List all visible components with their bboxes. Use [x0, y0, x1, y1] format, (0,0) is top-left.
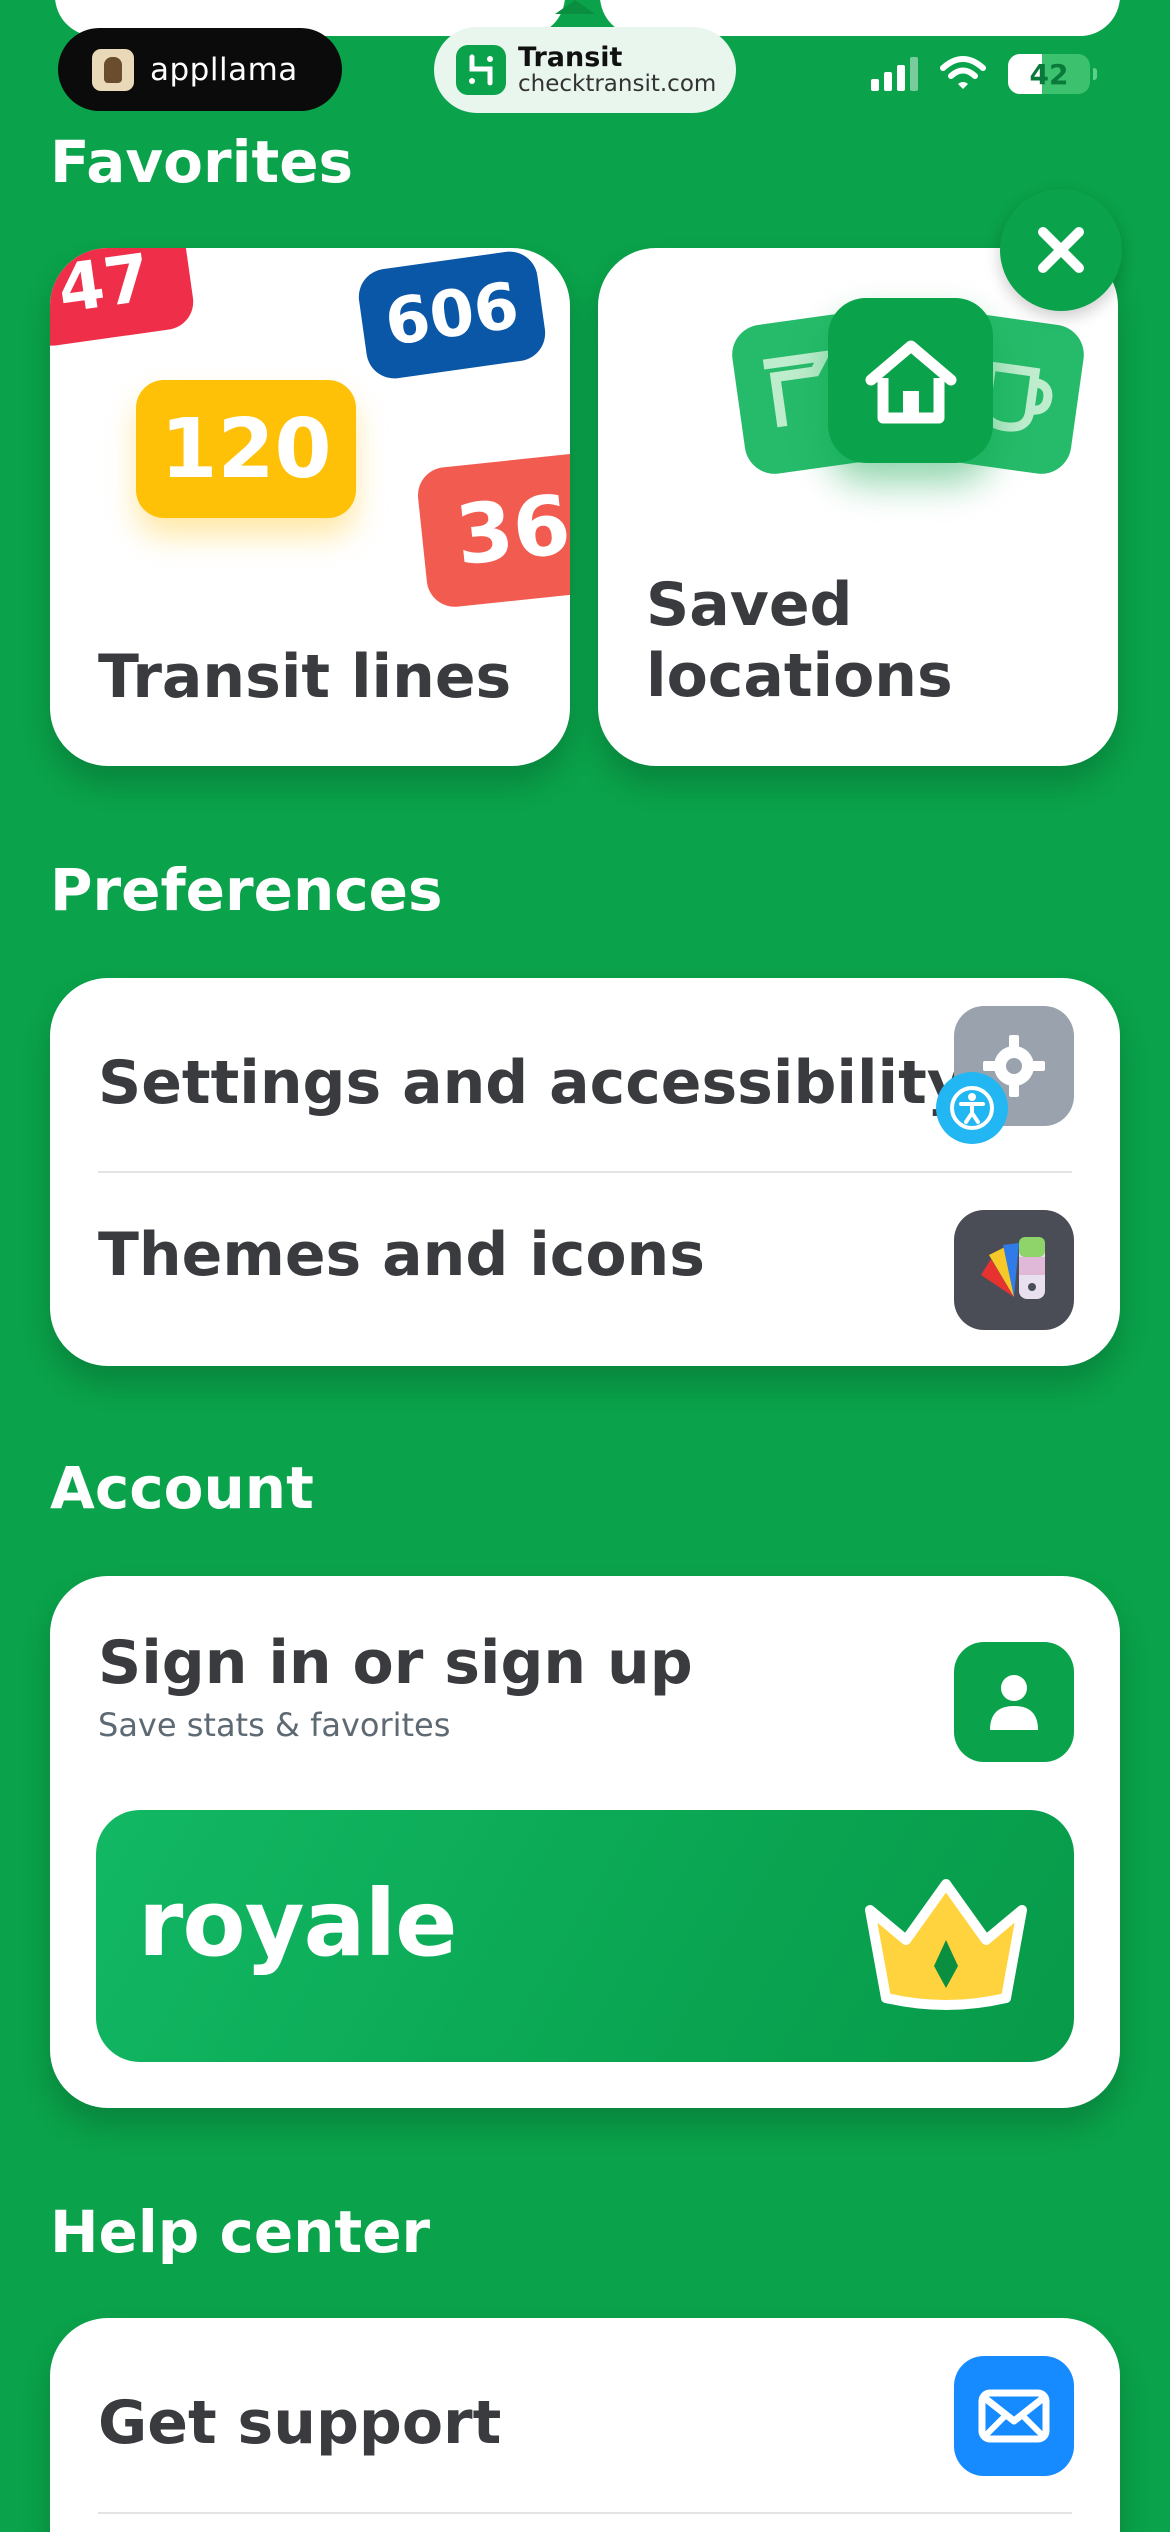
battery-level: 42	[1029, 57, 1069, 91]
themes-icons-row[interactable]: Themes and icons	[98, 1220, 705, 1290]
line-badge: 47	[50, 248, 197, 350]
divider	[98, 1171, 1072, 1173]
crown-icon	[865, 1879, 1027, 2010]
transit-logo-icon	[456, 45, 506, 95]
transit-badge[interactable]: Transit checktransit.com	[434, 27, 736, 113]
close-button[interactable]	[1000, 189, 1122, 311]
accessibility-icon	[936, 1072, 1008, 1144]
close-icon	[1038, 227, 1084, 273]
transit-url: checktransit.com	[518, 71, 717, 98]
favorites-title: Favorites	[50, 128, 354, 196]
line-badge: 606	[355, 248, 549, 382]
royale-banner[interactable]: royale	[96, 1810, 1074, 2062]
divider	[98, 2512, 1072, 2514]
preferences-title: Preferences	[50, 856, 443, 924]
applama-label: appllama	[150, 51, 298, 88]
mail-icon[interactable]	[954, 2356, 1074, 2476]
transit-lines-card[interactable]: 47 606 120 36 Transit lines	[50, 248, 570, 766]
help-card: Get support	[50, 2318, 1120, 2532]
preferences-card: Settings and accessibility Themes and ic…	[50, 978, 1120, 1366]
home-icon	[828, 298, 993, 463]
signin-subtitle: Save stats & favorites	[98, 1706, 451, 1744]
get-support-row[interactable]: Get support	[98, 2388, 501, 2458]
signin-label[interactable]: Sign in or sign up	[98, 1628, 693, 1698]
cellular-signal-icon	[871, 57, 918, 91]
battery-icon: 42	[1008, 54, 1097, 94]
account-card: Sign in or sign up Save stats & favorite…	[50, 1576, 1120, 2108]
wifi-icon	[940, 56, 986, 92]
transit-lines-label: Transit lines	[98, 642, 512, 712]
status-indicators: 42	[871, 54, 1097, 94]
settings-accessibility-row[interactable]: Settings and accessibility	[98, 1048, 966, 1118]
line-badge: 36	[415, 450, 570, 610]
palette-icon	[954, 1210, 1074, 1330]
help-center-title: Help center	[50, 2198, 431, 2266]
line-badge: 120	[136, 380, 356, 518]
llama-icon	[92, 48, 134, 91]
applama-badge[interactable]: appllama	[58, 28, 342, 111]
notch-indicator	[555, 0, 595, 14]
saved-locations-card[interactable]: Saved locations	[598, 248, 1118, 766]
account-title: Account	[50, 1454, 314, 1522]
transit-name: Transit	[518, 41, 623, 73]
royale-label: royale	[138, 1870, 458, 1977]
saved-locations-label: Saved locations	[646, 570, 953, 711]
person-icon[interactable]	[954, 1642, 1074, 1762]
